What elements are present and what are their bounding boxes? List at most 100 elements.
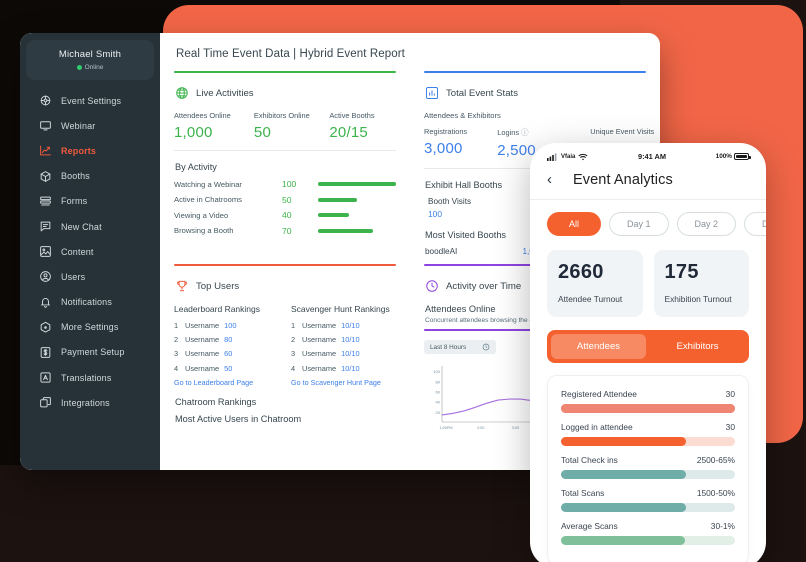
most-visited-row: boodleAI1,000 <box>425 247 543 256</box>
stat-registrations: Registrations 3,000 <box>424 127 497 159</box>
metric-value: 2500-65% <box>696 455 735 465</box>
leaderboard-link[interactable]: Go to Leaderboard Page <box>174 378 279 387</box>
ranking-row: 4 Username 50 <box>174 364 279 373</box>
cube-icon <box>39 170 52 183</box>
metric-bar-track <box>561 437 735 446</box>
day-tab-label: Day 1 <box>627 219 651 229</box>
metric-bar-track <box>561 404 735 413</box>
day-tab-label: Day 2 <box>694 219 719 229</box>
metric-value: 30 <box>725 389 735 399</box>
svg-text:1:00PM: 1:00PM <box>439 426 452 430</box>
sidebar-user-block[interactable]: Michael Smith Online <box>26 40 154 80</box>
signal-icon <box>547 152 558 161</box>
sidebar-item-users[interactable]: Users <box>20 264 160 289</box>
activity-row: Active in Chatrooms 50 <box>174 195 396 205</box>
sidebar-item-integrations[interactable]: Integrations <box>20 390 160 415</box>
chat-icon <box>39 220 52 233</box>
activity-bar-fill <box>318 182 396 186</box>
day-tab-all[interactable]: All <box>547 212 602 236</box>
activity-row: Browsing a Booth 70 <box>174 226 396 236</box>
ranking-row: 1 Username 100 <box>174 321 279 330</box>
battery-icon <box>734 153 751 160</box>
booth-stat: Booth Visits 100 <box>428 197 537 219</box>
rank-number: 3 <box>291 349 296 359</box>
segment-exhibitors[interactable]: Exhibitors <box>650 334 745 359</box>
rank-number: 1 <box>174 321 179 330</box>
top-users-title: Top Users <box>196 280 240 292</box>
online-dot-icon <box>76 65 82 70</box>
sidebar-item-content[interactable]: Content <box>20 239 160 264</box>
ranking-row: 1 Username 10/10 <box>291 321 396 330</box>
rank-username: Username <box>185 363 220 373</box>
settings-dot-icon <box>39 321 52 334</box>
live-activities-header: Live Activities <box>175 86 396 100</box>
stat-label: Unique Event Visits <box>590 127 655 136</box>
sidebar-item-more-settings[interactable]: More Settings <box>20 315 160 340</box>
metric-top: Average Scans 30-1% <box>561 521 735 531</box>
time-range-label: Last 8 Hours <box>430 343 467 351</box>
rank-username: Username <box>185 335 220 345</box>
chevron-left-icon[interactable]: ‹ <box>547 171 573 188</box>
sidebar-item-label: Booths <box>61 171 90 182</box>
scavenger-column: Scavenger Hunt Rankings 1 Username 10/10 2 U… <box>291 304 396 387</box>
user-circle-icon <box>39 270 52 283</box>
metric-bar-fill <box>561 404 735 413</box>
day-tab-day-2[interactable]: Day 2 <box>676 212 737 236</box>
activity-value: 70 <box>282 225 292 236</box>
scavenger-list: 1 Username 10/10 2 Username 10/10 3 Username 10/… <box>291 321 396 373</box>
metric-value: 1500-50% <box>696 488 735 498</box>
ranking-row: 2 Username 10/10 <box>291 335 396 344</box>
bar-chart-icon <box>425 86 439 100</box>
sidebar-item-booths[interactable]: Booths <box>20 164 160 189</box>
rank-username: Username <box>302 349 337 359</box>
sidebar-item-translations[interactable]: Translations <box>20 365 160 390</box>
clock-icon <box>425 279 439 293</box>
top-users-panel: Top Users Leaderboard Rankings 1 Username… <box>174 264 410 443</box>
letter-a-box-icon <box>39 371 52 384</box>
rank-score: 10/10 <box>341 363 360 373</box>
rank-number: 2 <box>174 335 179 345</box>
ranking-row: 3 Username 10/10 <box>291 349 396 358</box>
segment-label: Exhibitors <box>676 341 719 352</box>
sidebar-item-event-settings[interactable]: Event Settings <box>20 88 160 113</box>
orange-rule <box>174 264 396 266</box>
metric-row: Logged in attendee 30 <box>561 422 735 446</box>
rank-score: 10/10 <box>341 321 360 330</box>
time-range-chip[interactable]: Last 8 Hours <box>424 340 497 354</box>
rank-username: Username <box>302 335 337 345</box>
rank-score: 100 <box>224 321 237 330</box>
activity-value: 100 <box>282 179 297 189</box>
top-users-header: Top Users <box>175 279 396 293</box>
stat-active-booths: Active Booths 20/15 <box>329 111 396 141</box>
rank-username: Username <box>302 363 337 373</box>
sidebar-item-notifications[interactable]: Notifications <box>20 290 160 315</box>
day-tabs: All Day 1 Day 2 Da <box>530 200 766 236</box>
stat-label: Registrations <box>424 127 468 136</box>
segment-label: Attendees <box>576 341 621 352</box>
segment-attendees[interactable]: Attendees <box>551 334 646 359</box>
scavenger-link[interactable]: Go to Scavenger Hunt Page <box>291 378 396 387</box>
day-tab-da[interactable]: Da <box>744 212 766 236</box>
sidebar-item-forms[interactable]: Forms <box>20 189 160 214</box>
sidebar-item-reports[interactable]: Reports <box>20 138 160 163</box>
user-status: Online <box>26 64 154 71</box>
activity-bar-fill <box>318 197 357 202</box>
divider <box>174 150 396 151</box>
metric-top: Total Check ins 2500-65% <box>561 455 735 465</box>
day-tab-day-1[interactable]: Day 1 <box>609 212 669 236</box>
gear-icon <box>39 94 52 107</box>
info-icon[interactable]: ⓘ <box>521 128 528 137</box>
svg-text:3:00: 3:00 <box>512 426 519 430</box>
activity-value: 50 <box>282 194 292 205</box>
sidebar-item-payment-setup[interactable]: Payment Setup <box>20 340 160 365</box>
svg-text:60: 60 <box>436 389 441 394</box>
sidebar-item-label: Notifications <box>61 297 112 308</box>
sidebar-item-webinar[interactable]: Webinar <box>20 113 160 138</box>
wifi-icon <box>578 153 588 161</box>
rank-username: Username <box>185 321 220 330</box>
sidebar-item-new-chat[interactable]: New Chat <box>20 214 160 239</box>
phone-nav-bar: ‹ Event Analytics <box>530 163 766 200</box>
rank-score: 50 <box>224 363 233 373</box>
metric-label: Total Check ins <box>561 455 618 465</box>
dollar-box-icon <box>39 346 52 359</box>
